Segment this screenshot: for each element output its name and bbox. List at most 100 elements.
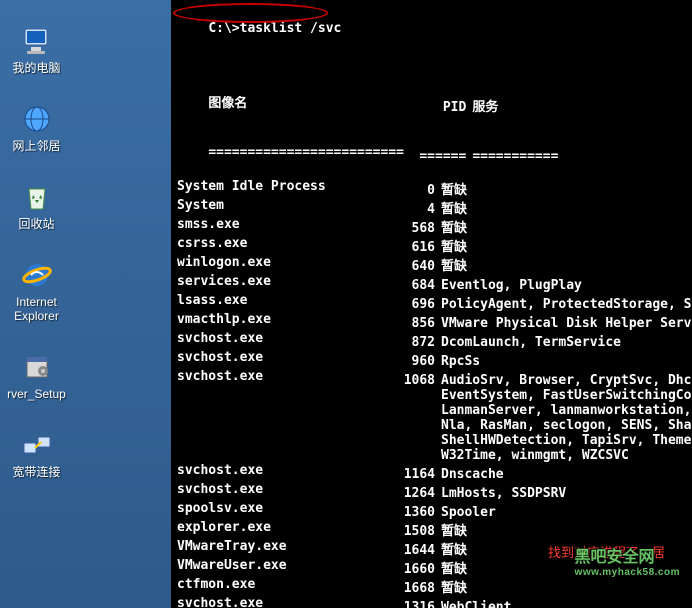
process-services: LmHosts, SSDPSRV bbox=[435, 486, 566, 501]
command-prompt-window[interactable]: C:\>tasklist /svc 图像名PID服务 =============… bbox=[171, 0, 692, 608]
process-services: DcomLaunch, TermService bbox=[435, 335, 621, 350]
watermark-main: 黑吧安全网 bbox=[575, 549, 655, 566]
process-pid: 960 bbox=[387, 354, 435, 369]
process-services: Dnscache bbox=[435, 467, 504, 482]
process-services: RpcSs bbox=[435, 354, 480, 369]
process-image-name: smss.exe bbox=[177, 217, 387, 232]
desktop-icon-internet-explorer[interactable]: Internet Explorer bbox=[1, 259, 73, 323]
process-row: services.exe684Eventlog, PlugPlay bbox=[177, 274, 686, 293]
process-services: 暂缺 bbox=[435, 562, 467, 577]
process-services: VMware Physical Disk Helper Serv bbox=[435, 316, 691, 331]
process-pid: 1068 bbox=[387, 373, 435, 388]
process-services: 暂缺 bbox=[435, 543, 467, 558]
process-services: 暂缺 bbox=[435, 221, 467, 236]
desktop-area: 我的电脑网上邻居回收站 Internet Explorer rver_Setup 宽带… bbox=[0, 0, 73, 608]
process-services-continued: W32Time, winmgmt, WZCSVC bbox=[177, 448, 686, 463]
command-text: C:\>tasklist /svc bbox=[208, 21, 341, 36]
broadband-icon bbox=[21, 429, 53, 461]
desktop-icon-label: rver_Setup bbox=[7, 387, 66, 401]
desktop-icon-label: 网上邻居 bbox=[12, 139, 60, 153]
process-pid: 616 bbox=[387, 240, 435, 255]
process-pid: 568 bbox=[387, 221, 435, 236]
desktop-icon-label: 宽带连接 bbox=[12, 465, 60, 479]
process-image-name: lsass.exe bbox=[177, 293, 387, 308]
header-services: 服务 bbox=[466, 100, 498, 115]
process-row: System4暂缺 bbox=[177, 198, 686, 217]
desktop-icon-label: Internet Explorer bbox=[14, 295, 59, 323]
process-row: vmacthlp.exe856VMware Physical Disk Help… bbox=[177, 312, 686, 331]
process-services-continued: Nla, RasMan, seclogon, SENS, Sha bbox=[177, 418, 686, 433]
header-pid: PID bbox=[418, 100, 466, 115]
process-services: Eventlog, PlugPlay bbox=[435, 278, 582, 293]
process-services: 暂缺 bbox=[435, 259, 467, 274]
process-image-name: explorer.exe bbox=[177, 520, 387, 535]
process-pid: 1644 bbox=[387, 543, 435, 558]
process-image-name: svchost.exe bbox=[177, 596, 387, 608]
process-row: svchost.exe960RpcSs bbox=[177, 350, 686, 369]
command-line: C:\>tasklist /svc bbox=[177, 6, 686, 66]
process-services: 暂缺 bbox=[435, 581, 467, 596]
process-image-name: svchost.exe bbox=[177, 350, 387, 365]
process-image-name: spoolsv.exe bbox=[177, 501, 387, 516]
process-image-name: VMwareUser.exe bbox=[177, 558, 387, 573]
process-services: 暂缺 bbox=[435, 240, 467, 255]
process-pid: 1164 bbox=[387, 467, 435, 482]
process-pid: 1660 bbox=[387, 562, 435, 577]
process-services: PolicyAgent, ProtectedStorage, S bbox=[435, 297, 691, 312]
process-services-continued: EventSystem, FastUserSwitchingCo bbox=[177, 388, 686, 403]
process-pid: 640 bbox=[387, 259, 435, 274]
process-image-name: winlogon.exe bbox=[177, 255, 387, 270]
desktop-icon-rver-setup[interactable]: rver_Setup bbox=[1, 351, 73, 401]
process-services: WebClient bbox=[435, 600, 511, 608]
process-row: svchost.exe1164Dnscache bbox=[177, 463, 686, 482]
process-image-name: services.exe bbox=[177, 274, 387, 289]
process-services: 暂缺 bbox=[435, 524, 467, 539]
process-image-name: ctfmon.exe bbox=[177, 577, 387, 592]
process-services-continued: ShellHWDetection, TapiSrv, Theme bbox=[177, 433, 686, 448]
process-pid: 1264 bbox=[387, 486, 435, 501]
process-pid: 1668 bbox=[387, 581, 435, 596]
desktop-icon-recycle-bin[interactable]: 回收站 bbox=[1, 181, 73, 231]
red-circle-annotation bbox=[173, 3, 328, 23]
desktop-icon-network-places[interactable]: 网上邻居 bbox=[1, 103, 73, 153]
process-row: explorer.exe1508暂缺 bbox=[177, 520, 686, 539]
process-image-name: csrss.exe bbox=[177, 236, 387, 251]
process-row: spoolsv.exe1360Spooler bbox=[177, 501, 686, 520]
process-pid: 872 bbox=[387, 335, 435, 350]
process-image-name: svchost.exe bbox=[177, 463, 387, 478]
process-row: svchost.exe1264LmHosts, SSDPSRV bbox=[177, 482, 686, 501]
process-services-continued: LanmanServer, lanmanworkstation, bbox=[177, 403, 686, 418]
rver-setup-icon bbox=[21, 351, 53, 383]
process-row: lsass.exe696PolicyAgent, ProtectedStorag… bbox=[177, 293, 686, 312]
header-image-name: 图像名 bbox=[208, 96, 418, 111]
process-services: Spooler bbox=[435, 505, 496, 520]
table-header: 图像名PID服务 bbox=[177, 81, 686, 130]
desktop-icon-broadband[interactable]: 宽带连接 bbox=[1, 429, 73, 479]
process-pid: 4 bbox=[387, 202, 435, 217]
process-image-name: VMwareTray.exe bbox=[177, 539, 387, 554]
process-image-name: System Idle Process bbox=[177, 179, 387, 194]
process-image-name: svchost.exe bbox=[177, 369, 387, 384]
separator-row: ========================================… bbox=[177, 130, 686, 179]
network-places-icon bbox=[21, 103, 53, 135]
process-image-name: vmacthlp.exe bbox=[177, 312, 387, 327]
process-row: ctfmon.exe1668暂缺 bbox=[177, 577, 686, 596]
process-pid: 856 bbox=[387, 316, 435, 331]
desktop-icon-my-computer[interactable]: 我的电脑 bbox=[1, 25, 73, 75]
desktop-icon-label: 回收站 bbox=[18, 217, 54, 231]
process-services: AudioSrv, Browser, CryptSvc, Dhc bbox=[435, 373, 691, 388]
process-image-name: svchost.exe bbox=[177, 331, 387, 346]
process-image-name: svchost.exe bbox=[177, 482, 387, 497]
internet-explorer-icon bbox=[21, 259, 53, 291]
process-pid: 1360 bbox=[387, 505, 435, 520]
process-row: csrss.exe616暂缺 bbox=[177, 236, 686, 255]
my-computer-icon bbox=[21, 25, 53, 57]
process-pid: 1508 bbox=[387, 524, 435, 539]
process-row: svchost.exe872DcomLaunch, TermService bbox=[177, 331, 686, 350]
process-pid: 684 bbox=[387, 278, 435, 293]
process-row: smss.exe568暂缺 bbox=[177, 217, 686, 236]
watermark: 黑吧安全网 www.myhack58.com bbox=[575, 543, 680, 578]
process-services: 暂缺 bbox=[435, 202, 467, 217]
process-row: System Idle Process0暂缺 bbox=[177, 179, 686, 198]
process-image-name: System bbox=[177, 198, 387, 213]
